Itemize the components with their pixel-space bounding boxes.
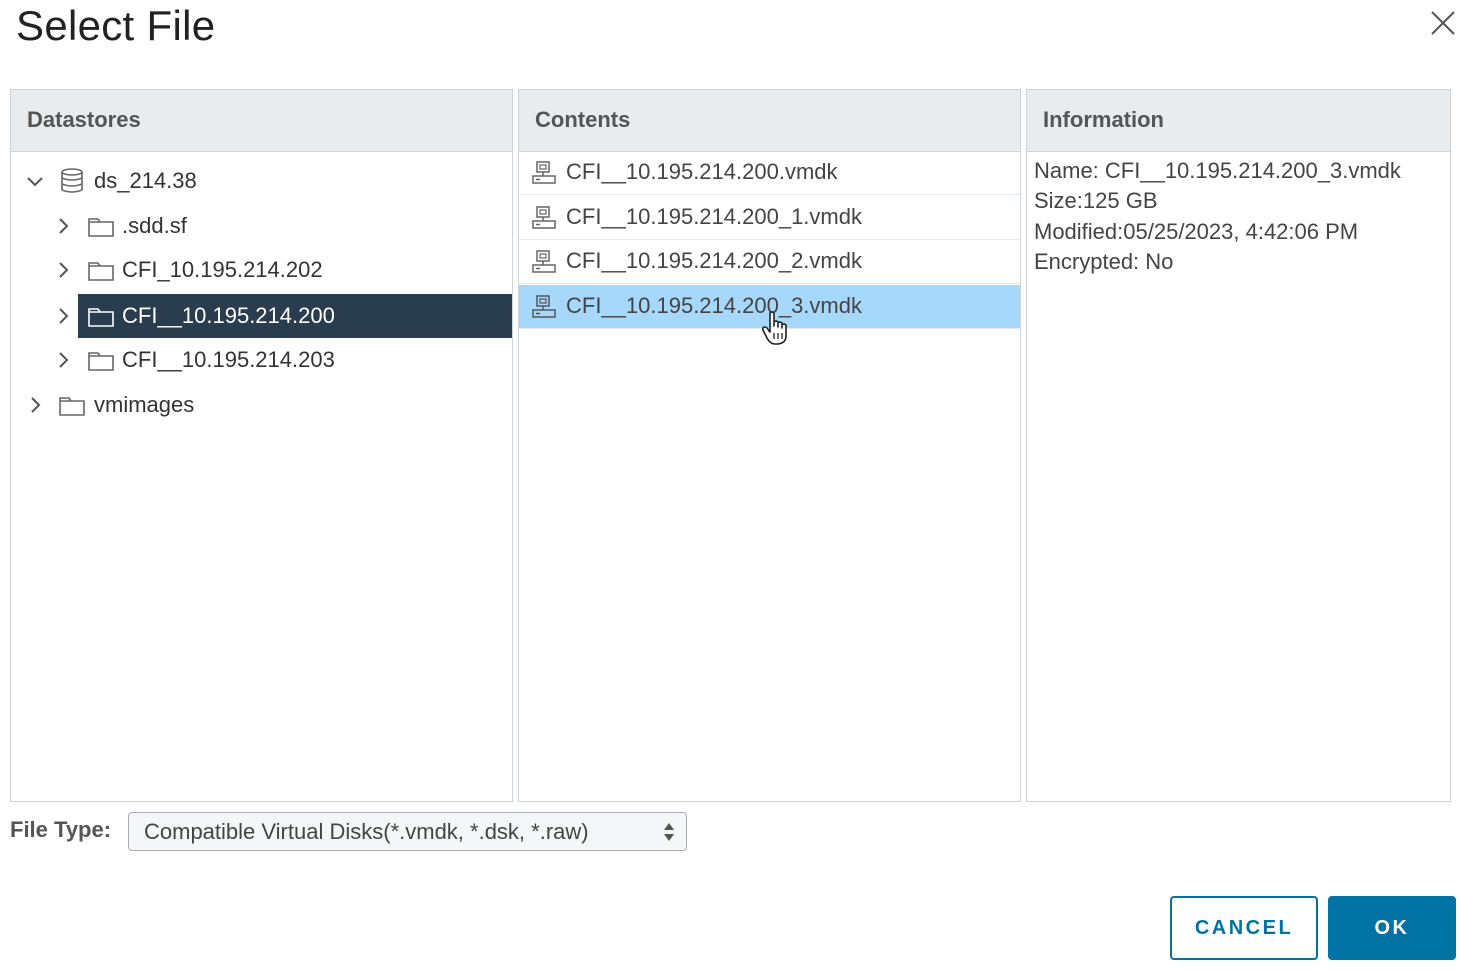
file-name: CFI__10.195.214.200_2.vmdk <box>566 248 862 273</box>
tree-item-cfi-202[interactable]: CFI_10.195.214.202 <box>11 248 512 292</box>
file-type-select[interactable]: Compatible Virtual Disks(*.vmdk, *.dsk, … <box>128 812 687 851</box>
info-name: Name: CFI__10.195.214.200_3.vmdk <box>1034 158 1401 183</box>
info-modified: Modified:05/25/2023, 4:42:06 PM <box>1034 219 1359 244</box>
tree-item-cfi-200[interactable]: CFI__10.195.214.200 <box>59 294 512 338</box>
folder-icon <box>88 303 114 329</box>
folder-icon <box>88 347 114 373</box>
tree-item-label: ds_214.38 <box>94 168 197 193</box>
file-row[interactable]: CFI__10.195.214.200_2.vmdk <box>519 240 1020 284</box>
file-row-selected[interactable]: CFI__10.195.214.200_3.vmdk <box>519 285 1020 329</box>
info-encrypted: Encrypted: No <box>1034 249 1174 274</box>
virtual-disk-icon <box>532 295 556 318</box>
close-icon <box>1431 11 1455 35</box>
tree-item-sdd-sf[interactable]: .sdd.sf <box>11 204 512 248</box>
database-icon <box>59 168 85 194</box>
close-button[interactable] <box>1426 6 1460 40</box>
virtual-disk-icon <box>532 161 556 184</box>
file-name: CFI__10.195.214.200.vmdk <box>566 159 838 184</box>
cancel-button[interactable]: CANCEL <box>1170 896 1318 960</box>
info-size: Size:125 GB <box>1034 188 1158 213</box>
chevron-right-icon[interactable] <box>54 351 72 369</box>
tree-item-ds-214-38[interactable]: ds_214.38 <box>11 159 512 203</box>
select-arrows-icon <box>664 823 674 841</box>
folder-icon <box>88 213 114 239</box>
datastores-header: Datastores <box>11 90 512 152</box>
chevron-right-icon[interactable] <box>26 396 44 414</box>
chevron-down-icon[interactable] <box>26 172 44 190</box>
virtual-disk-icon <box>532 250 556 273</box>
tree-item-label: .sdd.sf <box>122 213 187 238</box>
tree-item-label: CFI__10.195.214.203 <box>122 347 335 372</box>
contents-header: Contents <box>519 90 1020 152</box>
tree-item-label: CFI__10.195.214.200 <box>122 303 335 328</box>
chevron-right-icon[interactable] <box>54 217 72 235</box>
information-panel: Information Name: CFI__10.195.214.200_3.… <box>1026 89 1451 802</box>
datastores-panel: Datastores ds_214.38 .sdd.sf CFI_10.195.… <box>10 89 513 802</box>
ok-button[interactable]: OK <box>1328 896 1456 960</box>
tree-item-label: vmimages <box>94 392 195 417</box>
select-file-dialog: Select File Datastores ds_214.38 .sdd.sf… <box>0 0 1462 970</box>
file-type-value: Compatible Virtual Disks(*.vmdk, *.dsk, … <box>144 819 589 844</box>
file-name: CFI__10.195.214.200_1.vmdk <box>566 204 862 229</box>
file-type-label: File Type: <box>10 817 112 842</box>
chevron-right-icon[interactable] <box>54 307 72 325</box>
folder-icon <box>88 257 114 283</box>
tree-item-cfi-203[interactable]: CFI__10.195.214.203 <box>11 338 512 382</box>
chevron-right-icon[interactable] <box>54 261 72 279</box>
information-header: Information <box>1027 90 1450 152</box>
tree-item-label: CFI_10.195.214.202 <box>122 257 323 282</box>
virtual-disk-icon <box>532 206 556 229</box>
dialog-title: Select File <box>16 2 216 49</box>
file-row[interactable]: CFI__10.195.214.200_1.vmdk <box>519 196 1020 240</box>
file-row[interactable]: CFI__10.195.214.200.vmdk <box>519 151 1020 195</box>
contents-panel: Contents CFI__10.195.214.200.vmdk CFI__1… <box>518 89 1021 802</box>
file-name: CFI__10.195.214.200_3.vmdk <box>566 293 862 318</box>
folder-icon <box>59 392 85 418</box>
tree-item-vmimages[interactable]: vmimages <box>11 383 512 427</box>
